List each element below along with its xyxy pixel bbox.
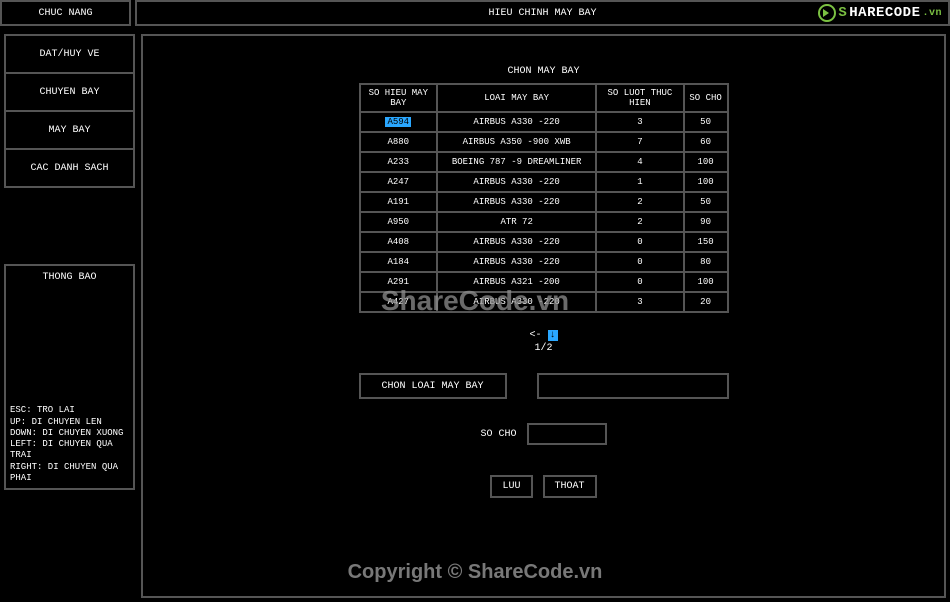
table-row[interactable]: A247AIRBUS A330 -2201100 xyxy=(360,172,728,192)
top-left-title: CHUC NANG xyxy=(0,0,131,26)
cell-luot: 2 xyxy=(596,192,683,212)
sidebar-item-chuyenbay[interactable]: CHUYEN BAY xyxy=(4,72,135,112)
cell-cho: 150 xyxy=(684,232,728,252)
cell-id: A427 xyxy=(360,292,438,312)
cell-loai: AIRBUS A330 -220 xyxy=(437,112,596,132)
cell-loai: ATR 72 xyxy=(437,212,596,232)
cell-loai: AIRBUS A330 -220 xyxy=(437,172,596,192)
cell-luot: 3 xyxy=(596,292,683,312)
table-row[interactable]: A594AIRBUS A330 -220350 xyxy=(360,112,728,132)
save-button[interactable]: LUU xyxy=(490,475,532,498)
cell-id: A247 xyxy=(360,172,438,192)
table-row[interactable]: A184AIRBUS A330 -220080 xyxy=(360,252,728,272)
col-header: SO CHO xyxy=(684,84,728,112)
cell-loai: AIRBUS A330 -220 xyxy=(437,252,596,272)
main-panel: CHON MAY BAY SO HIEU MAY BAY LOAI MAY BA… xyxy=(141,34,946,598)
cell-id: A950 xyxy=(360,212,438,232)
cell-id: A191 xyxy=(360,192,438,212)
recycle-icon xyxy=(818,4,836,22)
pager: <- ↓ 1/2 xyxy=(143,329,944,355)
cell-luot: 0 xyxy=(596,252,683,272)
table-row[interactable]: A880AIRBUS A350 -900 XWB760 xyxy=(360,132,728,152)
sidebar-item-danhsach[interactable]: CAC DANH SACH xyxy=(4,148,135,188)
sidebar-item-label: MAY BAY xyxy=(48,125,90,136)
cell-id: A880 xyxy=(360,132,438,152)
table-row[interactable]: A291AIRBUS A321 -2000100 xyxy=(360,272,728,292)
help-text: ESC: TRO LAI UP: DI CHUYEN LEN DOWN: DI … xyxy=(10,405,129,484)
watermark-text: S xyxy=(838,5,847,21)
pager-hint: ↓ xyxy=(548,330,558,341)
help-line: DOWN: DI CHUYEN XUONG xyxy=(10,428,129,439)
cell-luot: 3 xyxy=(596,112,683,132)
cell-luot: 4 xyxy=(596,152,683,172)
cell-luot: 2 xyxy=(596,212,683,232)
cell-id: A291 xyxy=(360,272,438,292)
table-row[interactable]: A950ATR 72290 xyxy=(360,212,728,232)
cell-loai: BOEING 787 -9 DREAMLINER xyxy=(437,152,596,172)
exit-button[interactable]: THOAT xyxy=(543,475,597,498)
main-title: CHON MAY BAY xyxy=(143,66,944,77)
cell-luot: 1 xyxy=(596,172,683,192)
table-row[interactable]: A408AIRBUS A330 -2200150 xyxy=(360,232,728,252)
table-row[interactable]: A427AIRBUS A330 -220320 xyxy=(360,292,728,312)
cell-luot: 0 xyxy=(596,272,683,292)
pager-arrow[interactable]: <- ↓ xyxy=(529,330,557,341)
cell-loai: AIRBUS A321 -200 xyxy=(437,272,596,292)
help-line: LEFT: DI CHUYEN QUA TRAI xyxy=(10,439,129,462)
socho-label: SO CHO xyxy=(480,429,516,440)
col-header: LOAI MAY BAY xyxy=(437,84,596,112)
watermark-text: .vn xyxy=(922,8,942,19)
sidebar-item-maybay[interactable]: MAY BAY xyxy=(4,110,135,150)
cell-cho: 20 xyxy=(684,292,728,312)
cell-luot: 0 xyxy=(596,232,683,252)
col-header: SO LUOT THUC HIEN xyxy=(596,84,683,112)
cell-luot: 7 xyxy=(596,132,683,152)
cell-loai: AIRBUS A350 -900 XWB xyxy=(437,132,596,152)
help-line: ESC: TRO LAI xyxy=(10,405,129,416)
col-header: SO HIEU MAY BAY xyxy=(360,84,438,112)
cell-id: A594 xyxy=(360,112,438,132)
cell-cho: 100 xyxy=(684,272,728,292)
watermark-logo: SHARECODE.vn xyxy=(818,4,942,22)
help-line: UP: DI CHUYEN LEN xyxy=(10,417,129,428)
sidebar-item-datve[interactable]: DAT/HUY VE xyxy=(4,34,135,74)
table-row[interactable]: A191AIRBUS A330 -220250 xyxy=(360,192,728,212)
cell-cho: 90 xyxy=(684,212,728,232)
pager-page: 1/2 xyxy=(534,343,552,354)
seat-count-input[interactable] xyxy=(527,423,607,445)
help-line: RIGHT: DI CHUYEN QUA PHAI xyxy=(10,462,129,485)
cell-cho: 80 xyxy=(684,252,728,272)
cell-cho: 50 xyxy=(684,192,728,212)
cell-cho: 100 xyxy=(684,172,728,192)
notification-panel: THONG BAO ESC: TRO LAI UP: DI CHUYEN LEN… xyxy=(4,264,135,490)
cell-cho: 50 xyxy=(684,112,728,132)
sidebar: DAT/HUY VE CHUYEN BAY MAY BAY CAC DANH S… xyxy=(4,34,135,188)
notification-title: THONG BAO xyxy=(6,272,133,283)
watermark-text: HARECODE xyxy=(849,5,920,21)
choose-type-button[interactable]: CHON LOAI MAY BAY xyxy=(359,373,507,399)
sidebar-item-label: DAT/HUY VE xyxy=(39,49,99,60)
sidebar-item-label: CHUYEN BAY xyxy=(39,87,99,98)
aircraft-type-input[interactable] xyxy=(537,373,729,399)
cell-loai: AIRBUS A330 -220 xyxy=(437,192,596,212)
choose-type-label: CHON LOAI MAY BAY xyxy=(381,381,483,392)
cell-id: A408 xyxy=(360,232,438,252)
cell-loai: AIRBUS A330 -220 xyxy=(437,232,596,252)
aircraft-table: SO HIEU MAY BAY LOAI MAY BAY SO LUOT THU… xyxy=(359,83,729,313)
cell-id: A233 xyxy=(360,152,438,172)
cell-id: A184 xyxy=(360,252,438,272)
cell-cho: 100 xyxy=(684,152,728,172)
cell-loai: AIRBUS A330 -220 xyxy=(437,292,596,312)
sidebar-item-label: CAC DANH SACH xyxy=(30,163,108,174)
cell-cho: 60 xyxy=(684,132,728,152)
table-row[interactable]: A233BOEING 787 -9 DREAMLINER4100 xyxy=(360,152,728,172)
